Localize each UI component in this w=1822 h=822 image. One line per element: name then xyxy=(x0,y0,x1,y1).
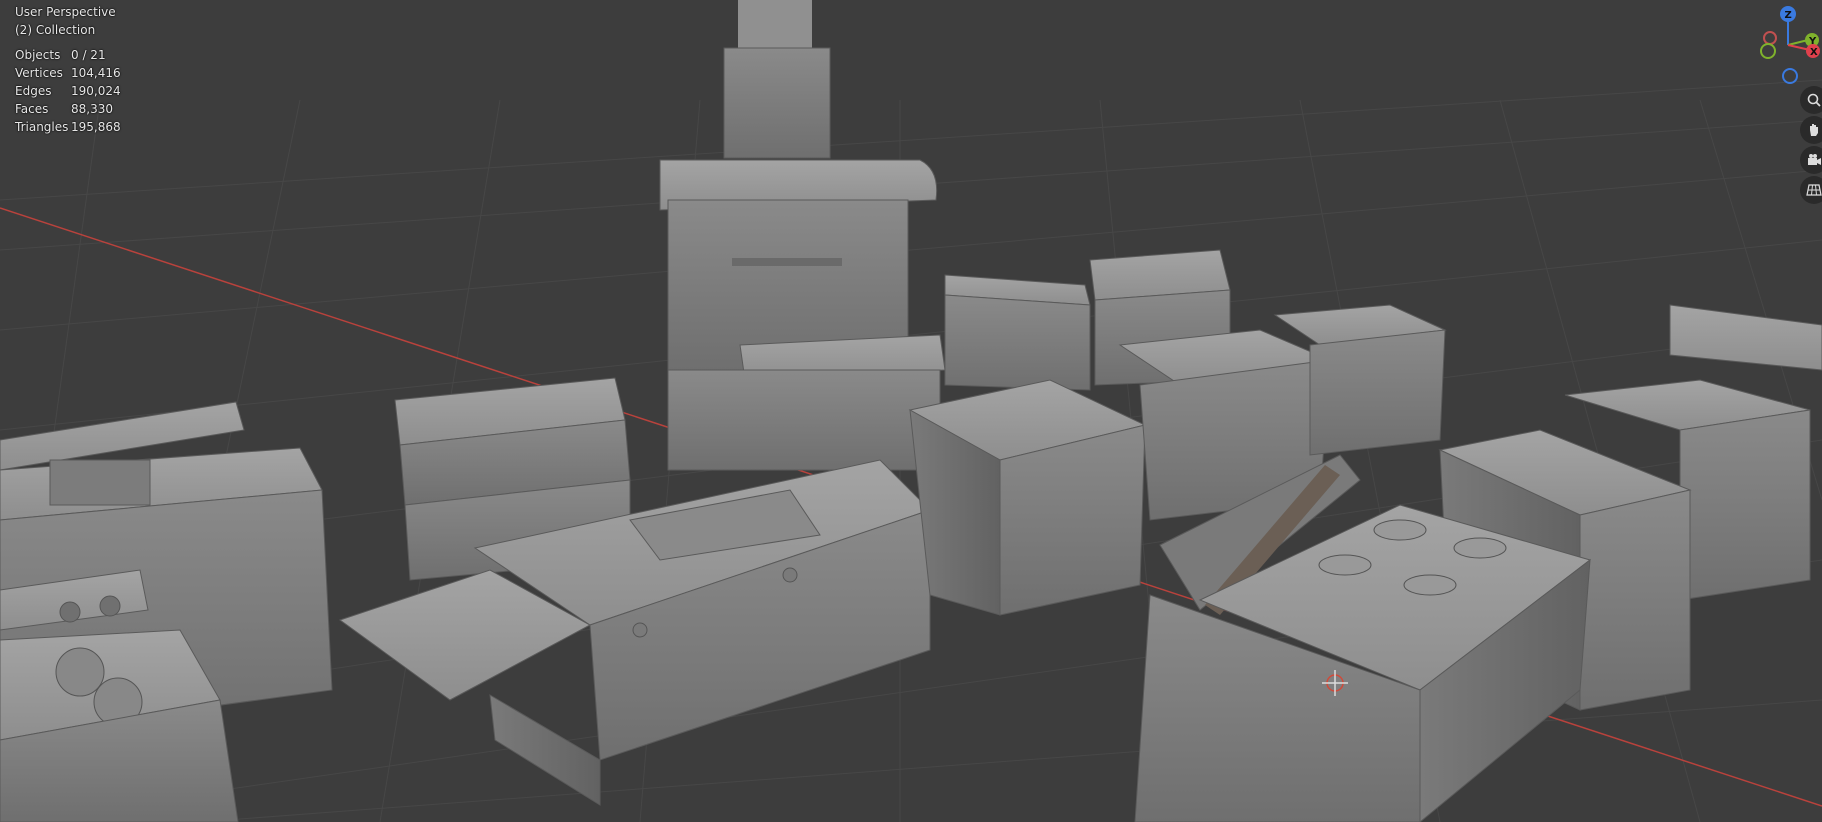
stat-label: Vertices xyxy=(15,66,63,80)
stat-label: Triangles xyxy=(15,120,69,134)
stat-value: 190,024 xyxy=(71,84,121,98)
3d-viewport[interactable]: User Perspective (2) Collection Objects … xyxy=(0,0,1822,822)
stat-label: Faces xyxy=(15,102,49,116)
gizmo-neg-z-axis[interactable] xyxy=(1782,68,1798,84)
perspective-toggle-button[interactable] xyxy=(1800,176,1822,204)
stat-value: 0 / 21 xyxy=(71,48,106,62)
stat-row-objects: Objects 0 / 21 xyxy=(15,46,121,64)
gizmo-neg-x-axis[interactable] xyxy=(1763,31,1777,45)
stat-row-faces: Faces 88,330 xyxy=(15,100,121,118)
collection-label: (2) Collection xyxy=(15,23,96,37)
gizmo-x-label: X xyxy=(1810,47,1818,58)
pan-button[interactable] xyxy=(1800,116,1822,144)
viewport-info-overlay: User Perspective (2) Collection Objects … xyxy=(15,3,121,136)
stat-row-edges: Edges 190,024 xyxy=(15,82,121,100)
camera-icon xyxy=(1808,154,1821,165)
navigation-gizmo[interactable]: Z Y X xyxy=(1750,0,1822,90)
zoom-button[interactable] xyxy=(1800,86,1822,114)
grid-perspective-icon xyxy=(1806,184,1822,196)
gizmo-z-label: Z xyxy=(1785,10,1792,21)
stat-row-triangles: Triangles 195,868 xyxy=(15,118,121,136)
zoom-icon xyxy=(1807,93,1821,107)
camera-view-button[interactable] xyxy=(1800,146,1822,174)
stat-value: 104,416 xyxy=(71,66,121,80)
stat-label: Objects xyxy=(15,48,61,62)
stat-label: Edges xyxy=(15,84,52,98)
stat-row-vertices: Vertices 104,416 xyxy=(15,64,121,82)
gizmo-neg-y-axis[interactable] xyxy=(1760,43,1776,59)
scene-canvas[interactable] xyxy=(0,0,1822,822)
stat-value: 88,330 xyxy=(71,102,113,116)
stat-value: 195,868 xyxy=(71,120,121,134)
hand-pan-icon xyxy=(1810,124,1818,136)
view-name-label: User Perspective xyxy=(15,5,116,19)
hood-range-object xyxy=(659,0,946,471)
scene-statistics: Objects 0 / 21 Vertices 104,416 Edges 19… xyxy=(15,46,121,136)
